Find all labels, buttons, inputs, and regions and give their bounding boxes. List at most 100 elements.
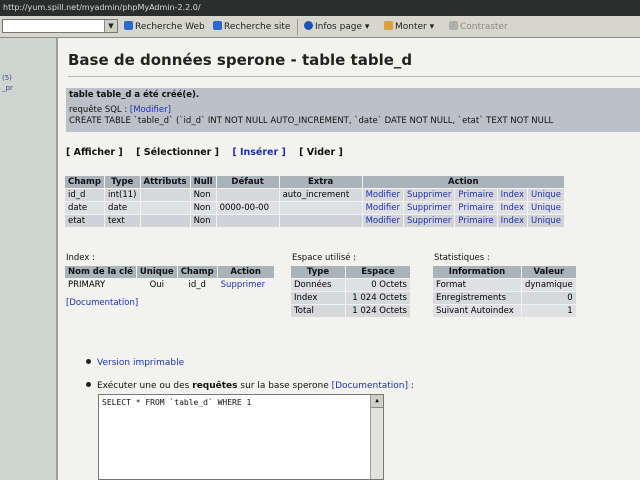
delete-link[interactable]: Supprimer: [403, 215, 455, 227]
cell-espace: 1 024 Octets: [346, 305, 410, 317]
cell-type: Données: [291, 279, 345, 291]
exec-documentation-link[interactable]: [Documentation]: [332, 381, 408, 391]
infos-page-label: Infos page: [315, 22, 363, 32]
nav-vider[interactable]: [ Vider ]: [299, 147, 343, 158]
col-valeur: Valeur: [522, 266, 576, 278]
sql-statement: CREATE TABLE `table_d` (`id_d` INT NOT N…: [69, 116, 554, 126]
left-frame: (5) _pr: [0, 38, 58, 480]
search-site-label: Recherche site: [224, 22, 291, 32]
sql-query-text: SELECT * FROM `table_d` WHERE 1: [102, 398, 252, 407]
dropdown-arrow-icon[interactable]: ▼: [104, 20, 117, 32]
index-label: Index :: [66, 253, 95, 263]
version-line: Version imprimable: [86, 358, 184, 368]
cell-nom: PRIMARY: [68, 280, 106, 290]
exec-mid: sur la base sperone: [240, 381, 329, 391]
textarea-scrollbar[interactable]: ▲: [370, 395, 383, 479]
sql-message-box: table table_d a été créé(e). requête SQL…: [66, 88, 640, 132]
cell-attributs: [140, 189, 190, 201]
unique-link[interactable]: Unique: [528, 202, 565, 214]
cell-espace: 0 Octets: [346, 279, 410, 291]
table-row: Enregistrements 0: [433, 292, 576, 304]
search-web-button[interactable]: Recherche Web: [124, 20, 205, 34]
col-nom-cle: Nom de la clé: [65, 266, 136, 278]
index-link[interactable]: Index: [497, 189, 528, 201]
col-espace: Espace: [346, 266, 410, 278]
cell-attributs: [140, 202, 190, 214]
cell-valeur: 0: [522, 292, 576, 304]
primary-link[interactable]: Primaire: [455, 215, 497, 227]
delete-link[interactable]: Supprimer: [403, 189, 455, 201]
modify-link[interactable]: Modifier: [362, 202, 403, 214]
table-row: Format dynamique: [433, 279, 576, 291]
table-row: Total 1 024 Octets: [291, 305, 410, 317]
left-frame-item[interactable]: _pr: [2, 84, 13, 92]
monter-label: Monter: [395, 22, 427, 32]
toolbar-search-input[interactable]: ▼: [2, 19, 118, 33]
table-row: date date Non 0000-00-00 Modifier Suppri…: [65, 202, 565, 214]
col-unique: Unique: [136, 266, 177, 278]
structure-table: Champ Type Attributs Null Défaut Extra A…: [64, 175, 565, 228]
nav-afficher[interactable]: [ Afficher ]: [66, 147, 123, 158]
table-row: Suivant Autoindex 1: [433, 305, 576, 317]
unique-link[interactable]: Unique: [528, 215, 565, 227]
query-label: requête SQL :: [69, 105, 128, 115]
table-row: id_d int(11) Non auto_increment Modifier…: [65, 189, 565, 201]
cell-champ: date: [65, 202, 104, 214]
delete-link[interactable]: Supprimer: [403, 202, 455, 214]
search-web-label: Recherche Web: [135, 22, 205, 32]
index-link[interactable]: Index: [497, 215, 528, 227]
delete-index-link[interactable]: Supprimer: [218, 279, 274, 291]
version-imprimable-link[interactable]: Version imprimable: [97, 358, 184, 368]
primary-link[interactable]: Primaire: [455, 189, 497, 201]
table-row: etat text Non Modifier Supprimer Primair…: [65, 215, 565, 227]
scroll-up-icon[interactable]: ▲: [371, 395, 383, 408]
modify-query-link[interactable]: [Modifier]: [130, 105, 171, 115]
title-divider: [68, 76, 640, 77]
message-heading: table table_d a été créé(e).: [69, 90, 200, 100]
cell-info: Format: [433, 279, 521, 291]
browser-url-text: http://yum.spill.net/myadmin/phpMyAdmin-…: [0, 0, 640, 16]
contraster-label: Contraster: [460, 22, 508, 32]
cell-info: Enregistrements: [433, 292, 521, 304]
primary-link[interactable]: Primaire: [455, 202, 497, 214]
cell-valeur: 1: [522, 305, 576, 317]
cell-espace: 1 024 Octets: [346, 292, 410, 304]
cell-defaut: [216, 215, 279, 227]
col-type: Type: [104, 176, 140, 188]
col-action: Action: [217, 266, 274, 278]
cell-type: text: [104, 215, 140, 227]
info-icon: [304, 21, 313, 30]
search-site-button[interactable]: Recherche site: [213, 20, 290, 34]
table-row: PRIMARY Oui id_d Supprimer: [65, 279, 274, 291]
monter-button[interactable]: Monter ▾: [384, 20, 434, 34]
col-extra: Extra: [279, 176, 362, 188]
toolbar-divider: [297, 19, 298, 35]
cell-extra: [279, 202, 362, 214]
col-defaut: Défaut: [216, 176, 279, 188]
col-information: Information: [433, 266, 521, 278]
stats-label: Statistiques :: [434, 253, 490, 263]
index-link[interactable]: Index: [497, 202, 528, 214]
cell-champ: id_d: [188, 280, 206, 290]
cell-null: Non: [190, 189, 216, 201]
col-champ: Champ: [65, 176, 104, 188]
unique-link[interactable]: Unique: [528, 189, 565, 201]
documentation-link[interactable]: [Documentation]: [66, 298, 138, 308]
left-frame-item[interactable]: (5): [2, 74, 12, 82]
query-label-line: requête SQL : [Modifier]: [69, 105, 171, 115]
table-row: Données 0 Octets: [291, 279, 410, 291]
cell-valeur: dynamique: [522, 279, 576, 291]
exec-prefix: Exécuter une ou des: [97, 381, 190, 391]
search-site-icon: [213, 21, 222, 30]
sql-query-textarea[interactable]: SELECT * FROM `table_d` WHERE 1 ▲: [98, 394, 384, 480]
modify-link[interactable]: Modifier: [362, 189, 403, 201]
cell-extra: auto_increment: [279, 189, 362, 201]
browser-toolbar: ▼ Recherche Web Recherche site Infos pag…: [0, 16, 640, 38]
modify-link[interactable]: Modifier: [362, 215, 403, 227]
nav-inserer[interactable]: [ Insérer ]: [232, 147, 286, 158]
cell-type: Index: [291, 292, 345, 304]
nav-selectionner[interactable]: [ Sélectionner ]: [136, 147, 219, 158]
infos-page-button[interactable]: Infos page ▾: [304, 20, 369, 34]
contraster-button[interactable]: Contraster: [449, 20, 508, 34]
exec-bold: requêtes: [192, 381, 238, 391]
